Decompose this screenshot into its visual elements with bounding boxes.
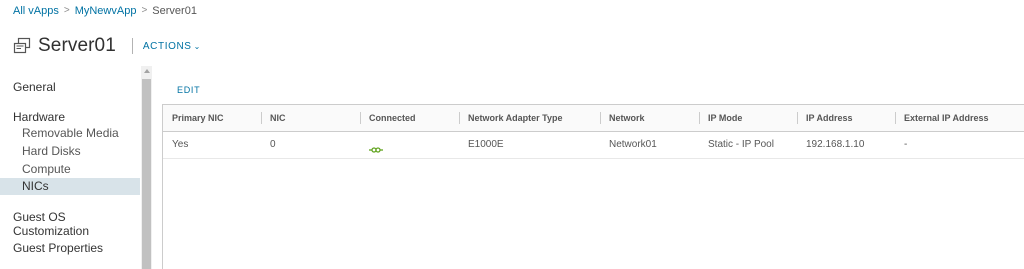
page-title: Server01 [38,35,116,56]
breadcrumb-separator: > [63,5,70,16]
cell-primary-nic: Yes [172,139,189,150]
cell-external-ip: - [904,139,908,150]
table-row[interactable]: Yes 0 E1000E Network01 Static - IP Pool … [163,132,1024,159]
sidebar-item-guest-os-customization[interactable]: Guest OS Customization [13,210,140,238]
sidebar-item-hard-disks[interactable]: Hard Disks [0,143,140,160]
actions-label: ACTIONS [142,40,192,52]
column-header-nic[interactable]: NIC [261,105,360,131]
vm-icon [13,37,31,55]
cell-ip-mode: Static - IP Pool [708,139,774,150]
column-header-ip-address[interactable]: IP Address [797,105,895,131]
connected-icon [369,139,383,154]
sidebar-item-compute[interactable]: Compute [0,161,140,178]
nics-table: Primary NIC NIC Connected Network Adapte… [162,104,1024,269]
table-header: Primary NIC NIC Connected Network Adapte… [163,105,1024,132]
cell-nic: 0 [270,139,276,150]
sidebar-item-label: Hard Disks [22,144,81,158]
column-header-connected[interactable]: Connected [360,105,459,131]
scrollbar-thumb[interactable] [142,79,151,269]
vm-details-page: All vApps > MyNewvApp > Server01 Server0… [0,0,1024,269]
cell-ip-address: 192.168.1.10 [806,139,865,150]
column-header-ip-mode[interactable]: IP Mode [699,105,797,131]
sidebar-item-guest-properties[interactable]: Guest Properties [13,241,103,255]
header-divider [131,38,133,54]
sidebar-item-removable-media[interactable]: Removable Media [0,125,140,142]
sidebar-item-general[interactable]: General [13,80,56,94]
page-header: Server01 ACTIONS ⌄ [13,34,201,58]
breadcrumb-current: Server01 [152,5,197,17]
sidebar-item-label: Compute [22,162,71,176]
sidebar-nav: General Hardware Removable Media Hard Di… [0,66,140,269]
column-header-external-ip[interactable]: External IP Address [895,105,1024,131]
sidebar-scrollbar[interactable] [141,66,152,269]
column-header-primary-nic[interactable]: Primary NIC [163,105,261,131]
cell-connected [360,132,459,158]
breadcrumb-vapp[interactable]: MyNewvApp [75,4,137,18]
sidebar-item-hardware[interactable]: Hardware [13,110,65,124]
actions-menu-button[interactable]: ACTIONS ⌄ [143,41,201,52]
cell-network: Network01 [609,139,657,150]
breadcrumb-separator: > [141,5,148,16]
breadcrumb-all-vapps[interactable]: All vApps [13,4,59,18]
column-header-network[interactable]: Network [600,105,699,131]
chevron-down-icon: ⌄ [193,41,201,51]
sidebar-item-label: Removable Media [22,126,119,140]
sidebar-item-label: NICs [22,179,49,193]
breadcrumb: All vApps > MyNewvApp > Server01 [13,4,197,18]
sidebar-item-nics[interactable]: NICs [0,178,140,195]
edit-button[interactable]: EDIT [177,85,200,95]
cell-adapter-type: E1000E [468,139,504,150]
scroll-up-arrow-icon[interactable] [144,69,150,73]
column-header-adapter-type[interactable]: Network Adapter Type [459,105,600,131]
